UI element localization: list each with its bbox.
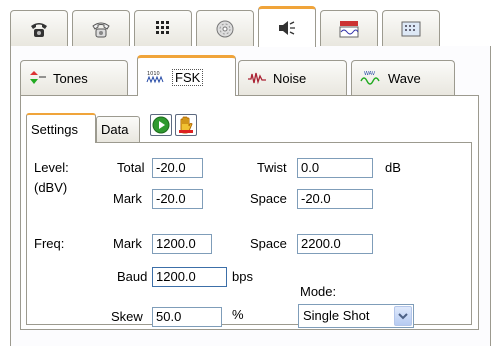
tab-settings-label: Settings — [31, 121, 78, 137]
skew-field[interactable]: 50.0 — [152, 307, 222, 327]
tab-disc[interactable] — [196, 10, 254, 46]
space-level-label: Space — [250, 191, 287, 206]
stop-button[interactable] — [175, 114, 197, 136]
tab-noise[interactable]: Noise — [238, 60, 347, 95]
wave-icon: WAV — [360, 71, 380, 85]
telephone-icon — [31, 22, 47, 37]
tab-wave[interactable]: WAV Wave — [351, 60, 455, 95]
keypad-icon — [156, 20, 169, 34]
hand-stop-icon — [179, 116, 193, 134]
baud-label: Baud — [117, 269, 148, 284]
tab-grid-display[interactable] — [382, 10, 440, 46]
mark-freq-label: Mark — [113, 236, 142, 251]
speaker-icon — [279, 21, 295, 35]
tab-speaker[interactable] — [258, 6, 316, 47]
mode-label: Mode: — [300, 284, 337, 299]
space-freq-field[interactable]: 2200.0 — [297, 234, 373, 254]
tab-waveform-meter[interactable] — [320, 10, 378, 46]
tab-fsk[interactable]: 1010 FSK — [137, 55, 236, 96]
tab-wave-label: Wave — [388, 70, 421, 86]
db-unit-label: dB — [385, 160, 401, 175]
total-level-field[interactable]: -20.0 — [152, 158, 203, 178]
grid-display-icon — [401, 21, 421, 36]
tab-rotary-phone[interactable] — [72, 10, 130, 46]
tab-settings[interactable]: Settings — [26, 113, 96, 143]
space-level-field[interactable]: -20.0 — [297, 189, 373, 209]
tab-data-label: Data — [101, 122, 129, 137]
mark-freq-field[interactable]: 1200.0 — [152, 234, 212, 254]
mode-select-value: Single Shot — [303, 308, 370, 323]
mode-dropdown-button[interactable] — [394, 306, 412, 326]
play-button[interactable] — [150, 114, 172, 136]
settings-panel — [26, 142, 472, 325]
twist-label: Twist — [257, 160, 287, 175]
top-tab-strip — [10, 6, 490, 47]
disc-icon — [216, 20, 234, 37]
play-icon — [152, 116, 170, 134]
fsk-generator-window: Tones 1010 FSK Noise WAV Wave Settings D… — [0, 0, 499, 354]
chevron-down-icon — [398, 313, 408, 320]
total-label: Total — [117, 160, 145, 175]
level-unit-label: (dBV) — [34, 180, 68, 195]
percent-unit-label: % — [232, 307, 244, 322]
mark-level-label: Mark — [113, 191, 142, 206]
mark-level-field[interactable]: -20.0 — [152, 189, 203, 209]
tab-tones[interactable]: Tones — [20, 60, 128, 95]
skew-label: Skew — [111, 309, 143, 324]
freq-label: Freq: — [34, 236, 65, 251]
fsk-icon: 1010 — [146, 71, 164, 84]
baud-field[interactable]: 1200.0 — [152, 267, 227, 287]
tones-icon — [30, 71, 46, 84]
rotary-phone-icon — [92, 22, 110, 37]
tab-noise-label: Noise — [273, 70, 307, 86]
svg-text:WAV: WAV — [364, 71, 376, 77]
tab-fsk-label: FSK — [172, 68, 204, 86]
waveform-meter-icon — [339, 20, 359, 37]
tab-tones-label: Tones — [53, 70, 88, 86]
noise-icon — [248, 72, 266, 85]
tab-telephone[interactable] — [10, 10, 68, 46]
tab-data[interactable]: Data — [96, 116, 140, 142]
tab-keypad[interactable] — [134, 10, 192, 46]
mode-select[interactable]: Single Shot — [298, 304, 414, 328]
level-label: Level: — [34, 160, 69, 175]
bps-unit-label: bps — [232, 269, 253, 284]
twist-field[interactable]: 0.0 — [297, 158, 373, 178]
space-freq-label: Space — [250, 236, 287, 251]
